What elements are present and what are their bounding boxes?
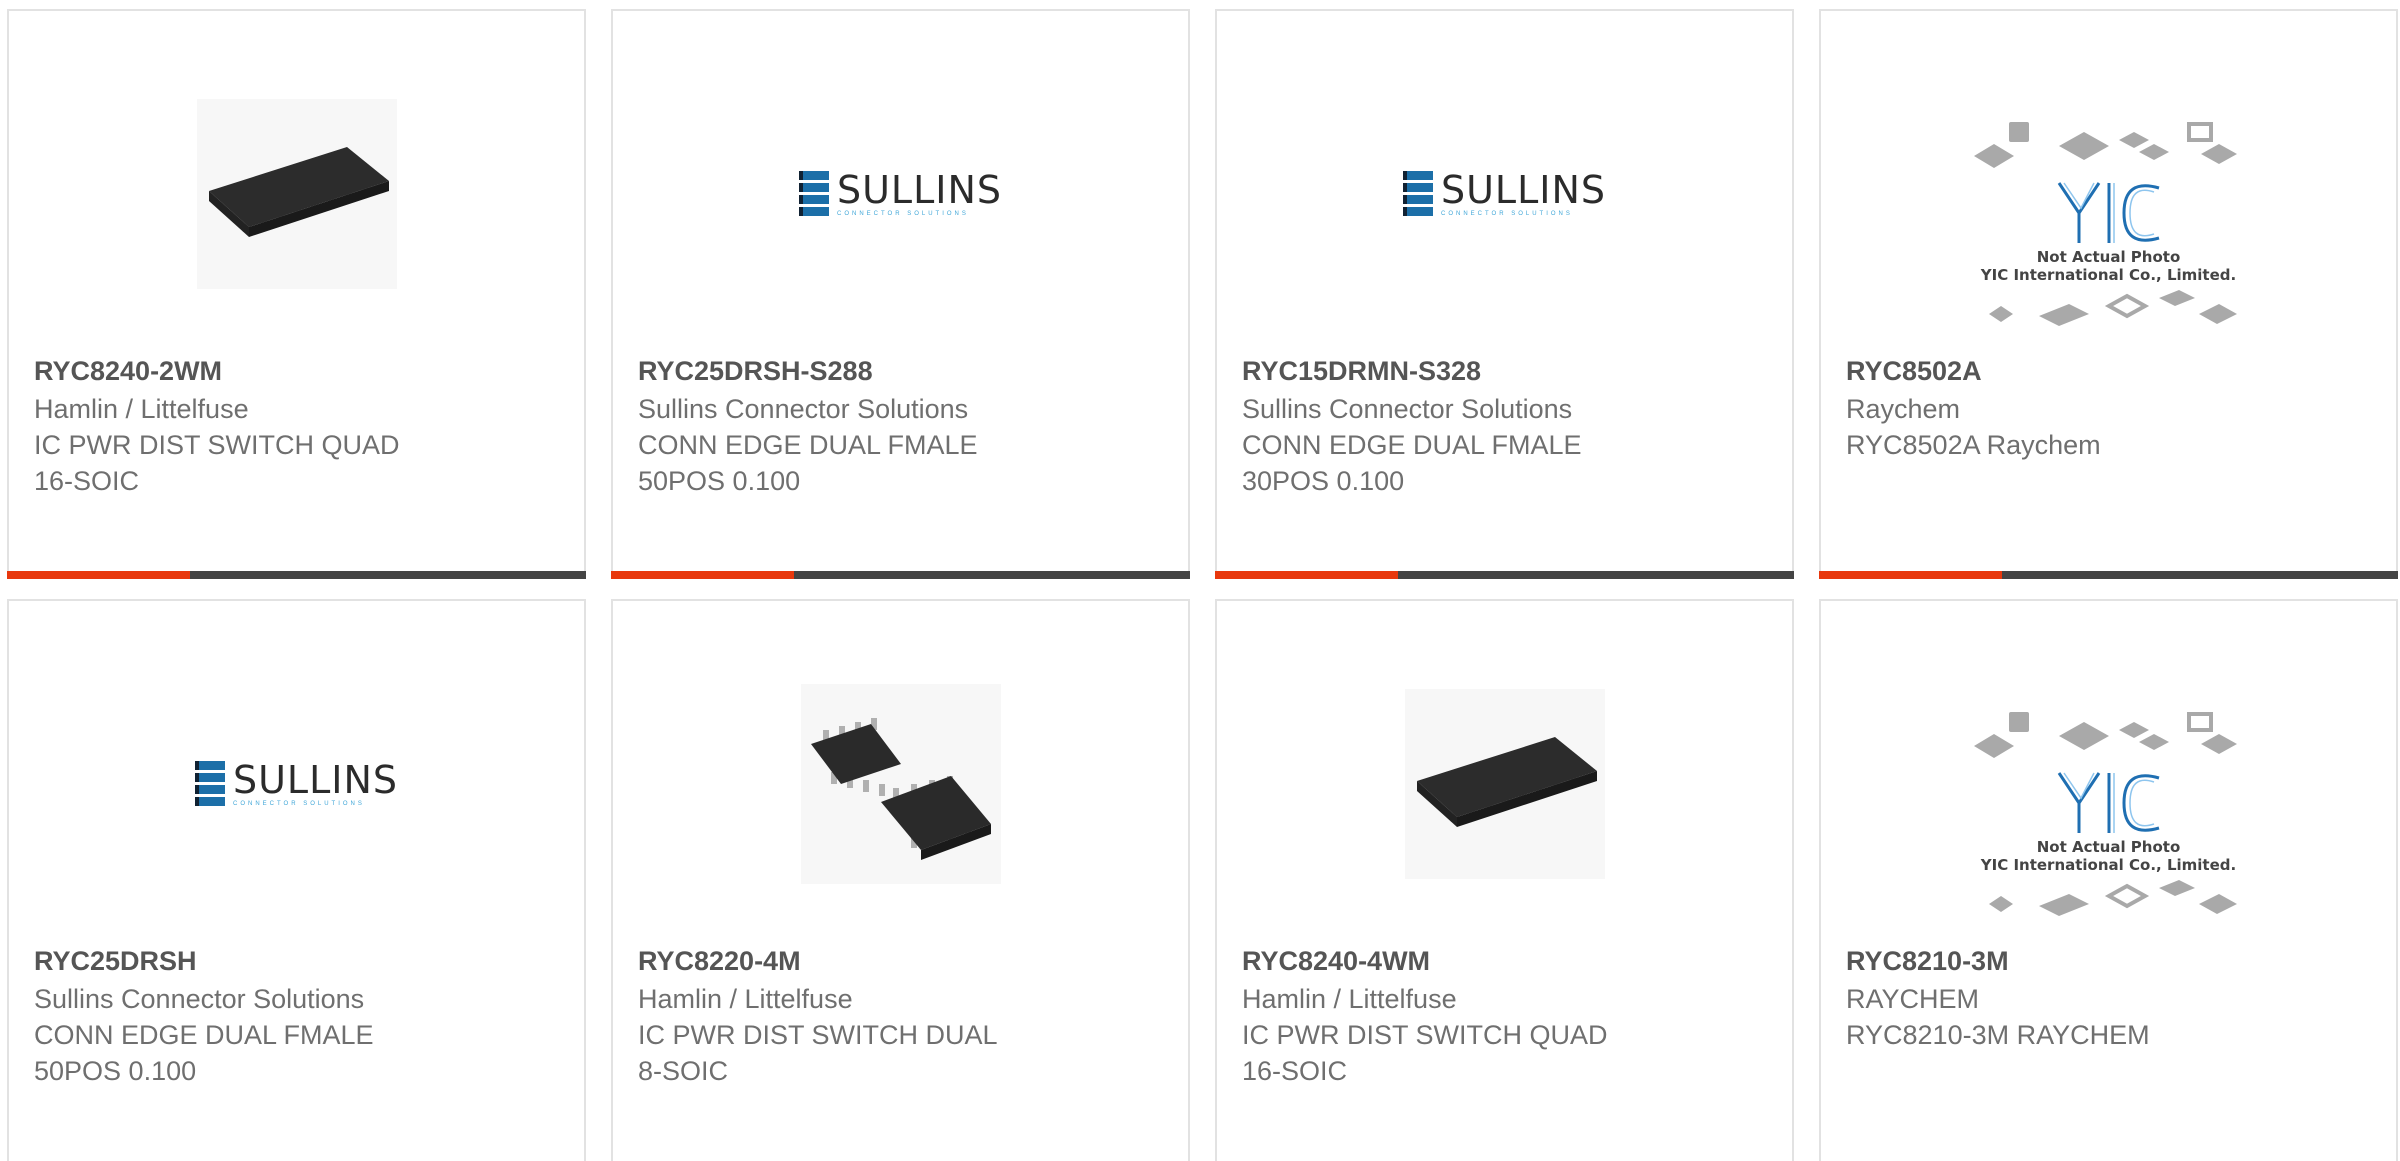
yic-placeholder: Not Actual Photo YIC International Co., … xyxy=(1969,118,2249,334)
part-number[interactable]: RYC8220-4M xyxy=(638,943,1028,979)
caption-line-1: Not Actual Photo xyxy=(2036,248,2181,266)
product-card[interactable]: Not Actual Photo YIC International Co., … xyxy=(1819,599,2398,1161)
chip-collage-icon xyxy=(1973,712,2237,758)
part-number[interactable]: RYC8502A xyxy=(1846,353,2236,389)
yic-logo-icon xyxy=(2057,182,2159,243)
product-card[interactable]: Not Actual Photo YIC International Co., … xyxy=(1819,9,2398,579)
chip-soic16-icon xyxy=(196,98,397,289)
product-info: RYC8210-3M RAYCHEM RYC8210-3M RAYCHEM xyxy=(1846,943,2236,1053)
product-card[interactable]: SULLINS CONNECTOR SOLUTIONS RYC25DRSH Su… xyxy=(7,599,586,1161)
part-number[interactable]: RYC25DRSH xyxy=(34,943,424,979)
product-image[interactable] xyxy=(613,676,1188,891)
product-info: RYC8240-2WM Hamlin / Littelfuse IC PWR D… xyxy=(34,353,424,499)
yic-placeholder: Not Actual Photo YIC International Co., … xyxy=(1969,708,2249,924)
product-card[interactable]: RYC8220-4M Hamlin / Littelfuse IC PWR DI… xyxy=(611,599,1190,1161)
logo-name: SULLINS xyxy=(836,167,1003,212)
sullins-mark-icon xyxy=(798,171,829,216)
description: IC PWR DIST SWITCH QUAD 16-SOIC xyxy=(1242,1020,1608,1086)
chip-soic8-icon xyxy=(800,683,1001,884)
card-bottom-bar xyxy=(7,571,586,579)
product-image[interactable] xyxy=(9,86,584,301)
sullins-logo: SULLINS CONNECTOR SOLUTIONS xyxy=(194,757,399,808)
sullins-logo: SULLINS CONNECTOR SOLUTIONS xyxy=(798,167,1003,218)
chip-collage-icon xyxy=(1973,122,2237,168)
description: CONN EDGE DUAL FMALE 50POS 0.100 xyxy=(638,430,978,496)
product-card[interactable]: RYC8240-4WM Hamlin / Littelfuse IC PWR D… xyxy=(1215,599,1794,1161)
product-image[interactable]: Not Actual Photo YIC International Co., … xyxy=(1821,101,2396,351)
part-number[interactable]: RYC8240-2WM xyxy=(34,353,424,389)
part-number[interactable]: RYC8210-3M xyxy=(1846,943,2236,979)
logo-tagline: CONNECTOR SOLUTIONS xyxy=(1440,210,1573,217)
manufacturer: RAYCHEM xyxy=(1846,984,1980,1014)
chip-soic16-icon xyxy=(1404,688,1605,879)
product-info: RYC25DRSH-S288 Sullins Connector Solutio… xyxy=(638,353,1028,499)
yic-logo-icon xyxy=(2057,772,2159,833)
manufacturer: Sullins Connector Solutions xyxy=(34,984,365,1014)
manufacturer: Hamlin / Littelfuse xyxy=(34,394,249,424)
logo-tagline: CONNECTOR SOLUTIONS xyxy=(836,210,969,217)
manufacturer: Hamlin / Littelfuse xyxy=(1242,984,1457,1014)
description: IC PWR DIST SWITCH DUAL 8-SOIC xyxy=(638,1020,997,1086)
card-accent-bar xyxy=(1215,571,1398,579)
description: RYC8210-3M RAYCHEM xyxy=(1846,1020,2150,1050)
manufacturer: Sullins Connector Solutions xyxy=(1242,394,1573,424)
part-number[interactable]: RYC25DRSH-S288 xyxy=(638,353,1028,389)
product-info: RYC25DRSH Sullins Connector Solutions CO… xyxy=(34,943,424,1089)
card-bottom-bar xyxy=(1215,571,1794,579)
product-image[interactable]: Not Actual Photo YIC International Co., … xyxy=(1821,691,2396,941)
product-info: RYC8220-4M Hamlin / Littelfuse IC PWR DI… xyxy=(638,943,1028,1089)
sullins-mark-icon xyxy=(194,761,225,806)
product-info: RYC8502A Raychem RYC8502A Raychem xyxy=(1846,353,2236,463)
description: CONN EDGE DUAL FMALE 30POS 0.100 xyxy=(1242,430,1582,496)
caption-line-2: YIC International Co., Limited. xyxy=(1980,266,2237,284)
manufacturer: Sullins Connector Solutions xyxy=(638,394,969,424)
product-image[interactable]: SULLINS CONNECTOR SOLUTIONS xyxy=(613,86,1188,301)
card-accent-bar xyxy=(611,571,794,579)
logo-name: SULLINS xyxy=(232,757,399,802)
description: CONN EDGE DUAL FMALE 50POS 0.100 xyxy=(34,1020,374,1086)
product-grid: RYC8240-2WM Hamlin / Littelfuse IC PWR D… xyxy=(7,9,2400,1161)
product-info: RYC8240-4WM Hamlin / Littelfuse IC PWR D… xyxy=(1242,943,1632,1089)
product-image[interactable]: SULLINS CONNECTOR SOLUTIONS xyxy=(9,676,584,891)
caption-line-1: Not Actual Photo xyxy=(2036,838,2181,856)
product-card[interactable]: SULLINS CONNECTOR SOLUTIONS RYC25DRSH-S2… xyxy=(611,9,1190,579)
product-image[interactable]: SULLINS CONNECTOR SOLUTIONS xyxy=(1217,86,1792,301)
card-bottom-bar xyxy=(1819,571,2398,579)
product-info: RYC15DRMN-S328 Sullins Connector Solutio… xyxy=(1242,353,1632,499)
caption-line-2: YIC International Co., Limited. xyxy=(1980,856,2237,874)
card-accent-bar xyxy=(7,571,190,579)
description: RYC8502A Raychem xyxy=(1846,430,2101,460)
card-accent-bar xyxy=(1819,571,2002,579)
card-bottom-bar xyxy=(611,571,1190,579)
part-number[interactable]: RYC15DRMN-S328 xyxy=(1242,353,1632,389)
product-image[interactable] xyxy=(1217,676,1792,891)
yic-caption: Not Actual Photo YIC International Co., … xyxy=(1981,838,2236,874)
logo-tagline: CONNECTOR SOLUTIONS xyxy=(232,800,365,807)
logo-name: SULLINS xyxy=(1440,167,1607,212)
chip-collage-icon xyxy=(1988,880,2237,916)
sullins-logo: SULLINS CONNECTOR SOLUTIONS xyxy=(1402,167,1607,218)
description: IC PWR DIST SWITCH QUAD 16-SOIC xyxy=(34,430,400,496)
manufacturer: Raychem xyxy=(1846,394,1961,424)
sullins-mark-icon xyxy=(1402,171,1433,216)
manufacturer: Hamlin / Littelfuse xyxy=(638,984,853,1014)
product-card[interactable]: SULLINS CONNECTOR SOLUTIONS RYC15DRMN-S3… xyxy=(1215,9,1794,579)
chip-collage-icon xyxy=(1988,290,2237,326)
yic-caption: Not Actual Photo YIC International Co., … xyxy=(1981,248,2236,284)
part-number[interactable]: RYC8240-4WM xyxy=(1242,943,1632,979)
product-card[interactable]: RYC8240-2WM Hamlin / Littelfuse IC PWR D… xyxy=(7,9,586,579)
